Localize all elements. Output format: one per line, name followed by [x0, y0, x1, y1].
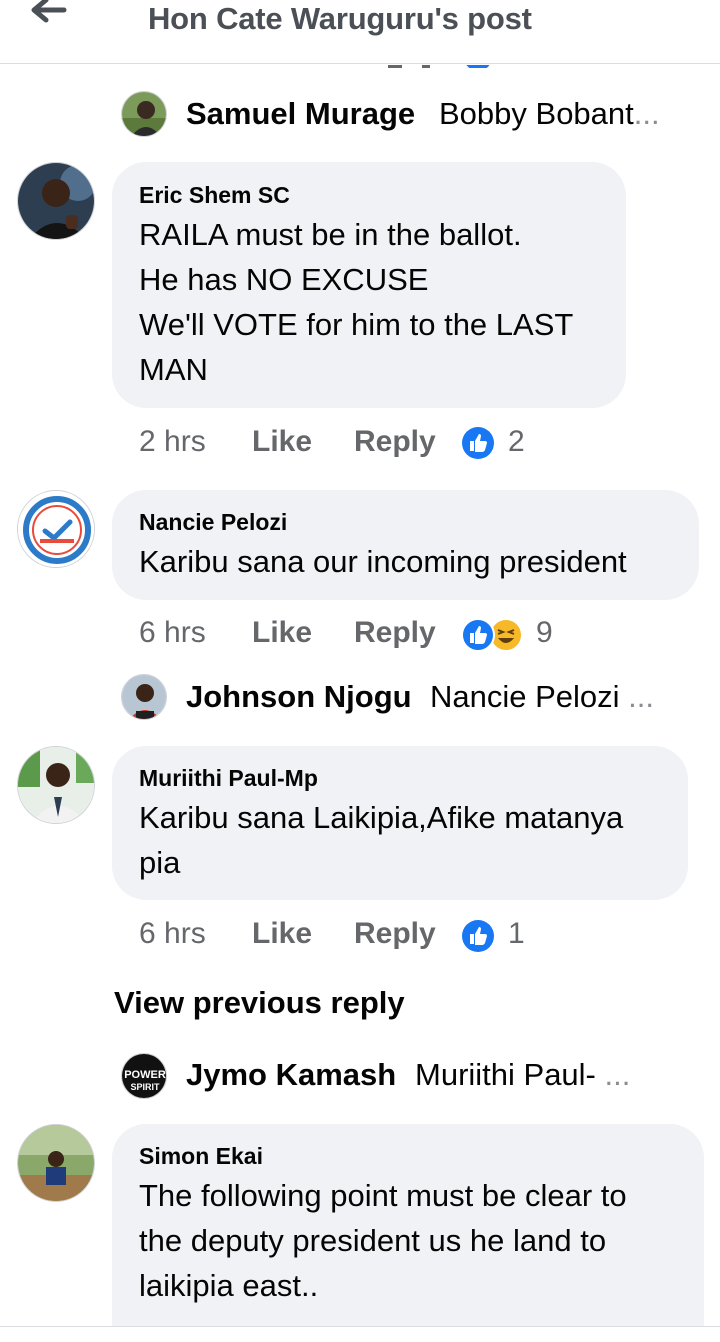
comment-text: The following point must be clear to the…	[139, 1178, 627, 1303]
comment-author[interactable]: Nancie Pelozi	[139, 509, 287, 536]
avatar[interactable]	[17, 490, 95, 568]
comment-author[interactable]: Simon Ekai	[139, 1143, 263, 1170]
reaction-count[interactable]: 2	[508, 425, 525, 459]
bottom-bar	[0, 1326, 720, 1342]
like-button[interactable]: Like	[252, 917, 312, 951]
reply-button[interactable]: Reply	[354, 616, 436, 650]
reply-author-name[interactable]: Johnson Njogu	[186, 679, 412, 715]
comment-text: Karibu sana Laikipia,Afike matanya pia	[139, 800, 624, 880]
svg-text:POWER: POWER	[124, 1069, 166, 1081]
svg-text:SPIRIT: SPIRIT	[130, 1082, 160, 1092]
avatar[interactable]: POWER SPIRIT	[121, 1053, 167, 1099]
back-arrow-icon[interactable]	[26, 0, 70, 36]
reply-author-name[interactable]: Samuel Murage	[186, 96, 415, 132]
avatar[interactable]	[17, 746, 95, 824]
like-reaction-icon[interactable]	[461, 618, 495, 657]
top-bar: Hon Cate Waruguru's post	[0, 0, 720, 64]
like-reaction-icon[interactable]	[461, 919, 495, 958]
cut-off-row	[380, 60, 500, 68]
comment-time: 2 hrs	[139, 425, 206, 458]
page-title: Hon Cate Waruguru's post	[148, 1, 532, 36]
like-button[interactable]: Like	[252, 425, 312, 459]
avatar[interactable]	[121, 674, 167, 720]
reaction-count[interactable]: 1	[508, 917, 525, 951]
reply-snippet[interactable]: Nancie Pelozi ...	[430, 679, 654, 715]
comment-text: Karibu sana our incoming president	[139, 544, 627, 579]
comment-author[interactable]: Muriithi Paul-Mp	[139, 765, 318, 792]
comment-time: 6 hrs	[139, 616, 206, 649]
avatar[interactable]	[17, 162, 95, 240]
reply-snippet[interactable]: Bobby Bobant...	[439, 96, 660, 132]
view-previous-reply-link[interactable]: View previous reply	[114, 985, 405, 1021]
reply-button[interactable]: Reply	[354, 425, 436, 459]
like-reaction-icon[interactable]	[461, 426, 495, 465]
reply-button[interactable]: Reply	[354, 917, 436, 951]
reply-author-name[interactable]: Jymo Kamash	[186, 1057, 396, 1093]
comment-author[interactable]: Eric Shem SC	[139, 182, 290, 209]
avatar[interactable]	[17, 1124, 95, 1202]
like-button[interactable]: Like	[252, 616, 312, 650]
reply-snippet[interactable]: Muriithi Paul- ...	[415, 1057, 630, 1093]
comment-text: RAILA must be in the ballot. He has NO E…	[139, 217, 574, 387]
avatar[interactable]	[121, 91, 167, 137]
reaction-count[interactable]: 9	[536, 616, 553, 650]
comment-time: 6 hrs	[139, 917, 206, 950]
